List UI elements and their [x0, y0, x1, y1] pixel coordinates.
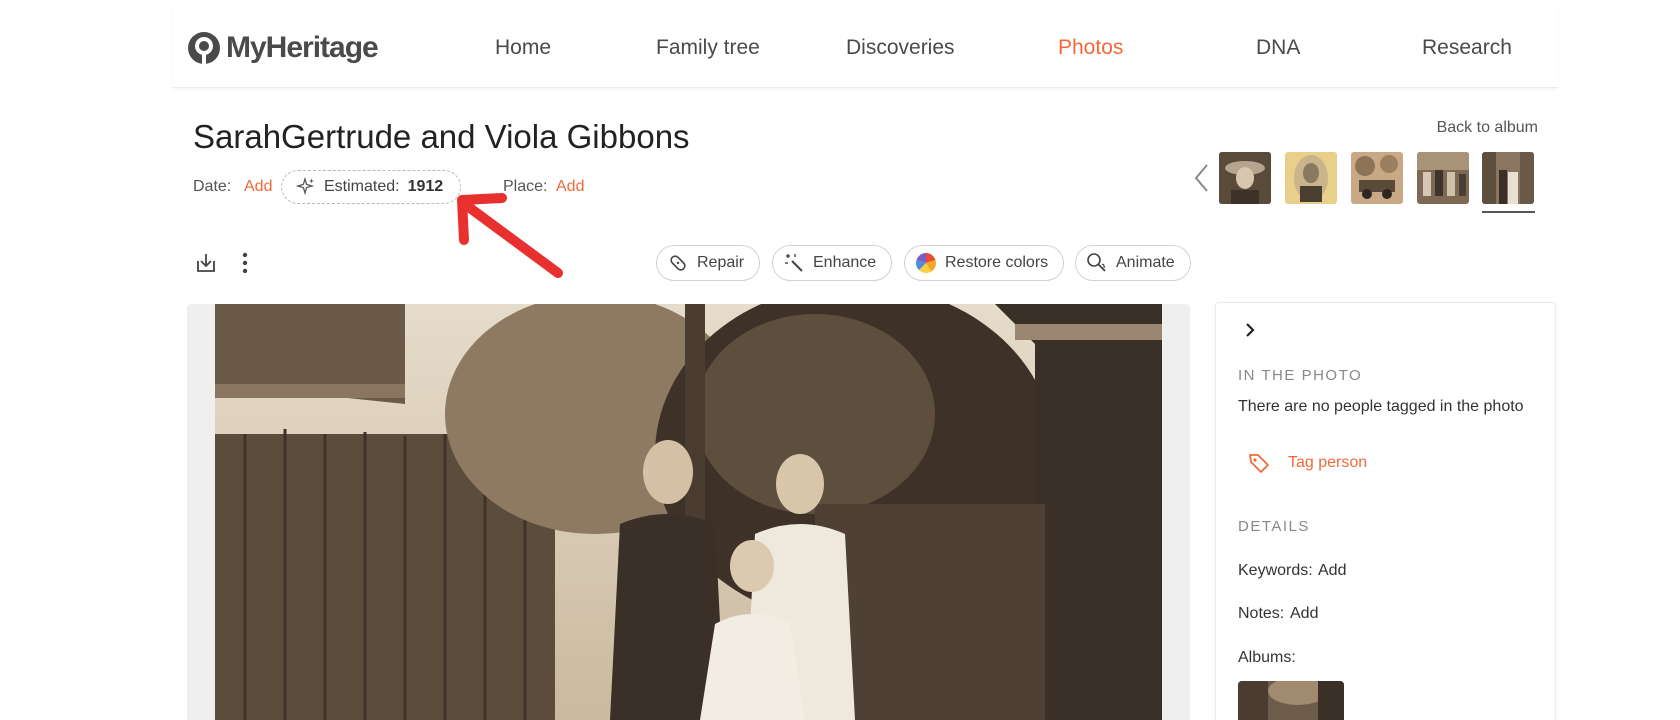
nav-home[interactable]: Home — [495, 36, 551, 60]
thumbnails-prev-chevron-icon[interactable] — [1192, 162, 1212, 194]
no-people-tagged-text: There are no people tagged in the photo — [1238, 398, 1524, 415]
back-to-album-link[interactable]: Back to album — [1437, 119, 1538, 137]
repair-label: Repair — [697, 254, 745, 271]
red-annotation-arrow — [457, 193, 563, 278]
notes-add-link[interactable]: Add — [1290, 605, 1318, 623]
album-thumbnail[interactable] — [1238, 681, 1344, 720]
nav-research[interactable]: Research — [1422, 36, 1512, 60]
animate-icon — [1087, 253, 1106, 272]
magic-wand-icon — [785, 254, 803, 272]
repair-icon — [670, 255, 686, 271]
portrait-man-oval-thumbnail-icon — [1285, 152, 1337, 204]
more-options-button[interactable] — [232, 250, 258, 276]
photo-title[interactable]: SarahGertrude and Viola Gibbons — [193, 118, 690, 156]
nav-dna[interactable]: DNA — [1256, 36, 1300, 60]
thumbnail-1[interactable] — [1219, 152, 1271, 204]
date-add-link[interactable]: Add — [244, 178, 272, 196]
nav-discoveries[interactable]: Discoveries — [846, 36, 955, 60]
download-icon — [197, 254, 215, 272]
restore-colors-label: Restore colors — [945, 254, 1049, 271]
vintage-car-thumbnail-icon — [1351, 152, 1403, 204]
estimated-value: 1912 — [407, 178, 444, 195]
collapse-panel-chevron-icon[interactable] — [1240, 320, 1260, 340]
sepia-family-photo — [215, 304, 1162, 720]
logo-text: MyHeritage — [226, 31, 379, 64]
top-header: MyHeritage Home Family tree Discoveries … — [172, 0, 1558, 88]
main-photo[interactable] — [215, 304, 1162, 720]
portrait-woman-hat-thumbnail-icon — [1219, 152, 1271, 204]
group-photo-thumbnail-icon — [1417, 152, 1469, 204]
thumbnail-5-current[interactable] — [1482, 152, 1534, 204]
date-label: Date: — [193, 178, 232, 195]
thumbnail-4[interactable] — [1417, 152, 1469, 204]
animate-label: Animate — [1116, 254, 1175, 271]
keywords-add-link[interactable]: Add — [1318, 562, 1346, 580]
in-the-photo-heading: IN THE PHOTO — [1238, 367, 1363, 384]
album-cover-thumbnail-icon — [1238, 681, 1344, 720]
tag-icon — [1249, 454, 1269, 473]
enhance-label: Enhance — [813, 254, 877, 271]
thumbnail-2[interactable] — [1285, 152, 1337, 204]
tag-person-label: Tag person — [1288, 454, 1368, 471]
nav-photos[interactable]: Photos — [1058, 36, 1123, 60]
myheritage-logo[interactable]: MyHeritage — [186, 30, 379, 66]
download-button[interactable] — [193, 250, 219, 276]
animate-button[interactable]: Animate — [1075, 245, 1191, 281]
keywords-label: Keywords: — [1238, 562, 1313, 579]
nav-family-tree[interactable]: Family tree — [656, 36, 760, 60]
myheritage-logo-icon — [188, 32, 220, 64]
thumbnail-3[interactable] — [1351, 152, 1403, 204]
enhance-button[interactable]: Enhance — [772, 245, 893, 281]
repair-button[interactable]: Repair — [656, 245, 761, 281]
more-vertical-icon — [242, 252, 248, 274]
estimated-date-pill[interactable]: Estimated: 1912 — [281, 170, 461, 204]
tag-person-link[interactable]: Tag person — [1248, 452, 1367, 474]
details-heading: DETAILS — [1238, 518, 1310, 535]
color-wheel-icon — [916, 253, 936, 273]
notes-label: Notes: — [1238, 605, 1285, 622]
estimated-label: Estimated: — [324, 178, 400, 195]
selected-thumbnail-indicator — [1482, 211, 1535, 213]
restore-colors-button[interactable]: Restore colors — [904, 245, 1065, 281]
sparkle-icon — [296, 177, 315, 196]
albums-label: Albums: — [1238, 649, 1296, 666]
current-photo-thumbnail-icon — [1482, 152, 1534, 204]
